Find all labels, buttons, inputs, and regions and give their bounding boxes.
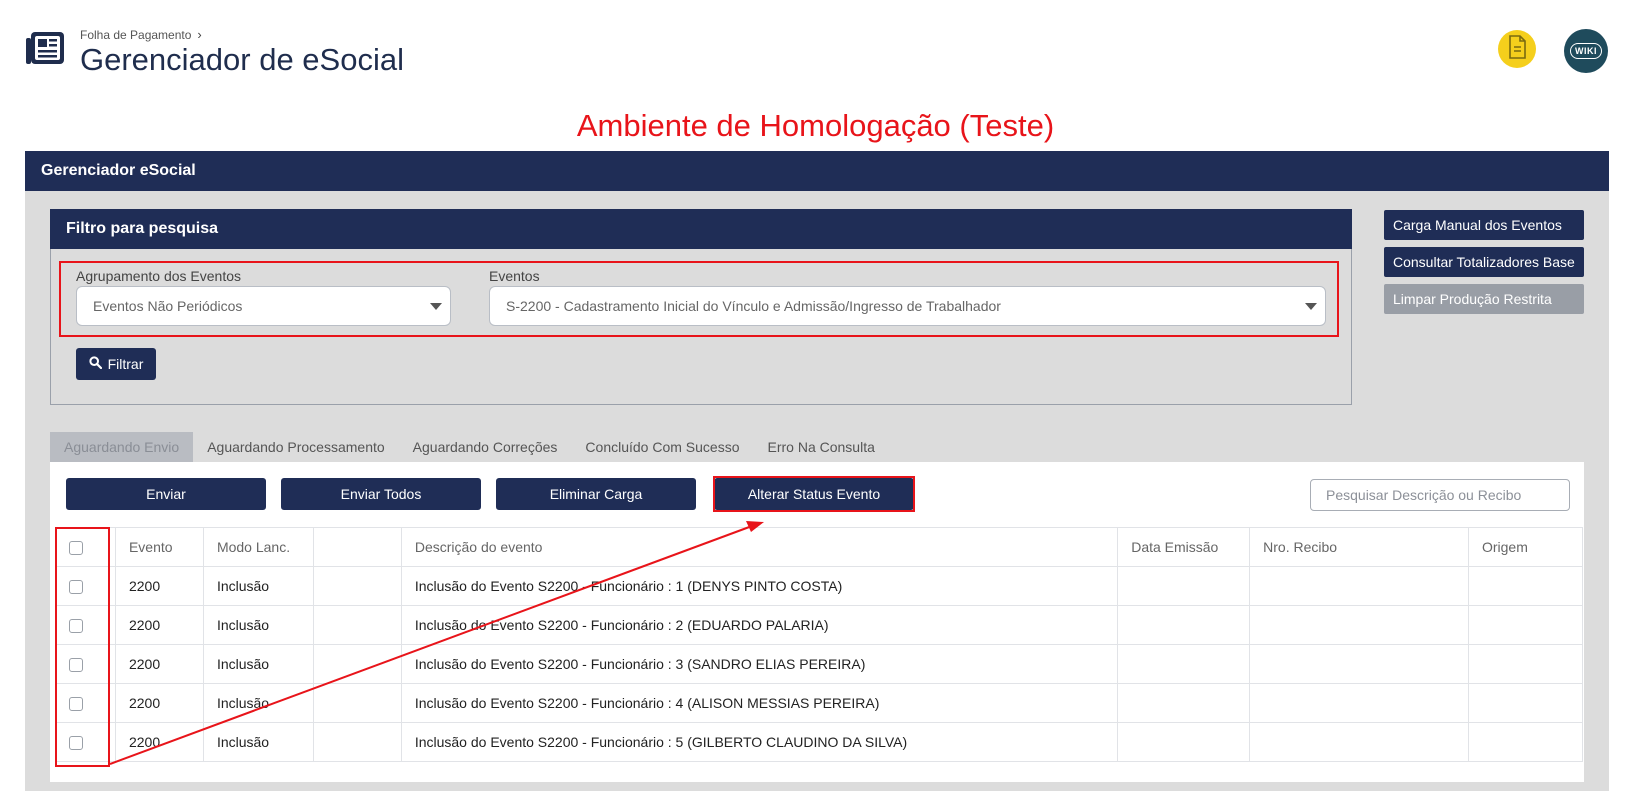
grouping-label: Agrupamento dos Eventos [76,268,241,284]
row-checkbox[interactable] [69,658,83,673]
column-header-nro-recibo[interactable]: Nro. Recibo [1249,527,1469,567]
events-label: Eventos [489,268,540,284]
manual-load-button[interactable]: Carga Manual dos Eventos [1384,210,1584,240]
page-title: Gerenciador de eSocial [80,42,404,77]
tab-concluido-com-sucesso[interactable]: Concluído Com Sucesso [571,432,753,462]
row-checkbox[interactable] [69,580,83,595]
search-icon [89,356,102,372]
status-tabs: Aguardando Envio Aguardando Processament… [50,432,889,462]
column-header-data-emissao[interactable]: Data Emissão [1117,527,1251,567]
row-select-cell [55,644,116,684]
tab-aguardando-processamento[interactable]: Aguardando Processamento [193,432,398,462]
cell-nro-recibo [1249,722,1469,762]
tab-aguardando-envio[interactable]: Aguardando Envio [50,432,194,462]
row-checkbox[interactable] [69,619,83,634]
filter-title: Filtro para pesquisa [50,209,1352,249]
send-all-button[interactable]: Enviar Todos [281,478,481,510]
cell-evento: 2200 [114,605,204,645]
row-select-cell [55,722,116,762]
breadcrumb-item-folha[interactable]: Folha de Pagamento [80,28,191,42]
column-header-origem[interactable]: Origem [1467,527,1584,567]
grouping-select[interactable]: Eventos Não Periódicos [76,286,451,326]
cell-modo: Inclusão [202,683,314,723]
cell-data-emissao [1117,722,1251,762]
table-row[interactable]: 2200 Inclusão Inclusão do Evento S2200 -… [55,605,1584,645]
chevron-right-icon: › [197,27,202,42]
events-select[interactable]: S-2200 - Cadastramento Inicial do Víncul… [489,286,1326,326]
cell-data-emissao [1117,605,1251,645]
table-row[interactable]: 2200 Inclusão Inclusão do Evento S2200 -… [55,644,1584,684]
filter-button-label: Filtrar [107,356,144,372]
cell-descricao: Inclusão do Evento S2200 - Funcionário :… [400,605,1119,645]
caret-down-icon [430,303,442,310]
select-all-cell [55,527,116,567]
row-select-cell [55,683,116,723]
totals-button[interactable]: Consultar Totalizadores Base [1384,247,1584,277]
cell-blank [312,644,402,684]
cell-nro-recibo [1249,644,1469,684]
search-input[interactable] [1310,479,1570,511]
cell-modo: Inclusão [202,722,314,762]
cell-origem [1467,566,1584,606]
cell-origem [1467,644,1584,684]
cell-origem [1467,683,1584,723]
column-header-blank [312,527,402,567]
send-button[interactable]: Enviar [66,478,266,510]
cell-data-emissao [1117,644,1251,684]
cell-origem [1467,722,1584,762]
column-header-descricao[interactable]: Descrição do evento [400,527,1119,567]
row-checkbox[interactable] [69,736,83,751]
cell-blank [312,605,402,645]
document-icon [1507,34,1527,64]
delete-load-button[interactable]: Eliminar Carga [496,478,696,510]
newspaper-icon [24,30,66,68]
cell-descricao: Inclusão do Evento S2200 - Funcionário :… [400,722,1119,762]
table-row[interactable]: 2200 Inclusão Inclusão do Evento S2200 -… [55,722,1584,762]
cell-nro-recibo [1249,683,1469,723]
wiki-button[interactable]: WIKI [1564,29,1608,73]
cell-blank [312,566,402,606]
document-button[interactable] [1498,30,1536,68]
cell-evento: 2200 [114,644,204,684]
cell-evento: 2200 [114,566,204,606]
filter-button[interactable]: Filtrar [76,348,156,380]
breadcrumb[interactable]: Folha de Pagamento › [80,27,202,42]
tab-erro-na-consulta[interactable]: Erro Na Consulta [754,432,889,462]
table-header-row: Evento Modo Lanc. Descrição do evento Da… [55,527,1584,567]
row-select-cell [55,605,116,645]
cell-modo: Inclusão [202,605,314,645]
cell-data-emissao [1117,683,1251,723]
caret-down-icon [1305,303,1317,310]
change-status-button[interactable]: Alterar Status Evento [714,478,914,510]
environment-banner: Ambiente de Homologação (Teste) [576,108,1055,143]
cell-descricao: Inclusão do Evento S2200 - Funcionário :… [400,683,1119,723]
grouping-select-value: Eventos Não Periódicos [93,298,243,314]
wiki-label: WIKI [1570,43,1602,59]
table-row[interactable]: 2200 Inclusão Inclusão do Evento S2200 -… [55,566,1584,606]
column-header-modo[interactable]: Modo Lanc. [202,527,314,567]
cell-nro-recibo [1249,605,1469,645]
cell-descricao: Inclusão do Evento S2200 - Funcionário :… [400,566,1119,606]
cell-blank [312,722,402,762]
events-table: Evento Modo Lanc. Descrição do evento Da… [55,527,1584,762]
row-checkbox[interactable] [69,697,83,712]
cell-nro-recibo [1249,566,1469,606]
cell-origem [1467,605,1584,645]
cell-descricao: Inclusão do Evento S2200 - Funcionário :… [400,644,1119,684]
row-select-cell [55,566,116,606]
cell-modo: Inclusão [202,644,314,684]
table-row[interactable]: 2200 Inclusão Inclusão do Evento S2200 -… [55,683,1584,723]
tab-aguardando-correcoes[interactable]: Aguardando Correções [399,432,572,462]
panel-title: Gerenciador eSocial [25,151,1609,191]
cell-modo: Inclusão [202,566,314,606]
column-header-evento[interactable]: Evento [114,527,204,567]
events-select-value: S-2200 - Cadastramento Inicial do Víncul… [506,298,1001,314]
cell-evento: 2200 [114,722,204,762]
cell-evento: 2200 [114,683,204,723]
select-all-checkbox[interactable] [69,541,83,556]
cell-blank [312,683,402,723]
cell-data-emissao [1117,566,1251,606]
clear-restricted-button[interactable]: Limpar Produção Restrita [1384,284,1584,314]
